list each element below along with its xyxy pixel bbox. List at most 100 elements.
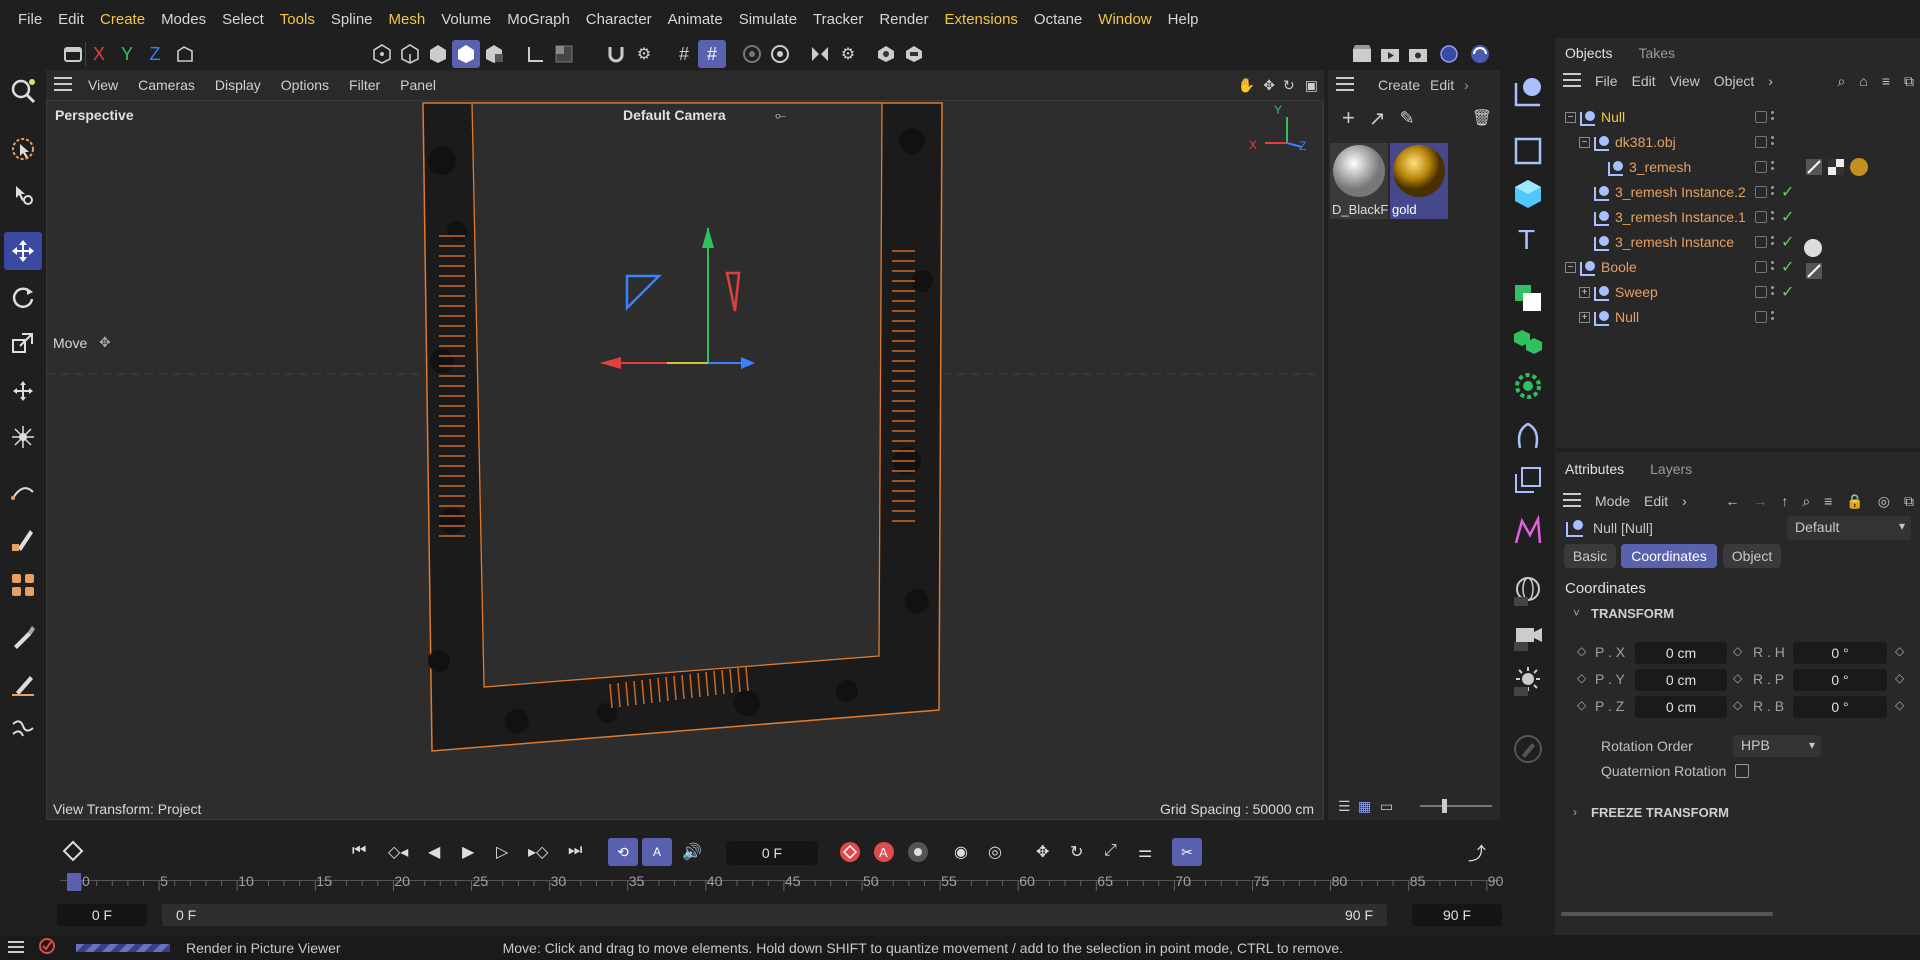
texture-mode-icon[interactable] — [550, 40, 578, 68]
pan-hand-icon[interactable]: ✋ — [1234, 77, 1259, 94]
solo-settings-icon[interactable] — [900, 40, 928, 68]
filter-icon[interactable]: ≡ — [1824, 493, 1832, 509]
menu-file[interactable]: File — [10, 11, 50, 28]
menu-render[interactable]: Render — [871, 11, 936, 28]
horizontal-scrollbar[interactable] — [1561, 912, 1773, 916]
keyframe-diamond-icon[interactable]: ◇ — [1577, 671, 1586, 685]
viewport-menu-options[interactable]: Options — [271, 77, 339, 93]
layer-checkbox[interactable] — [1755, 261, 1767, 273]
mirror-settings-icon[interactable]: ⚙ — [834, 40, 862, 68]
spline-sketch-icon[interactable] — [4, 520, 42, 558]
cloner-icon[interactable] — [4, 566, 42, 604]
menu-octane[interactable]: Octane — [1026, 11, 1090, 28]
objects-menu-file[interactable]: File — [1595, 73, 1618, 89]
3d-viewport[interactable]: Perspective Default Camera ⟜ Y X Z Move … — [46, 100, 1324, 820]
object-tree-row[interactable]: − dk381.obj — [1555, 131, 1920, 156]
render-visibility-dot[interactable] — [1771, 242, 1774, 245]
px-field[interactable]: 0 cm — [1635, 642, 1727, 664]
rp-field[interactable]: 0 ° — [1793, 669, 1887, 691]
rotation-key-icon[interactable]: ↻ — [1070, 842, 1083, 862]
current-frame-field[interactable]: 0 F — [726, 841, 818, 865]
editor-visibility-dot[interactable] — [1771, 311, 1774, 314]
parameter-key-icon[interactable]: ⚌ — [1138, 842, 1152, 862]
z-axis-toggle[interactable]: Z — [141, 40, 169, 68]
collapse-icon[interactable]: − — [1565, 262, 1576, 273]
render-visibility-dot[interactable] — [1771, 292, 1774, 295]
target-icon[interactable]: ◎ — [1878, 493, 1890, 510]
point-level-icon[interactable]: ✂ — [1172, 838, 1202, 866]
editor-visibility-dot[interactable] — [1771, 161, 1774, 164]
editor-visibility-dot[interactable] — [1771, 186, 1774, 189]
points-mode-icon[interactable] — [368, 40, 396, 68]
render-status-icon[interactable] — [32, 937, 62, 958]
deformer-icon[interactable] — [1512, 420, 1544, 455]
enabled-check-icon[interactable]: ✓ — [1781, 232, 1794, 252]
layer-checkbox[interactable] — [1755, 161, 1767, 173]
material-swatch[interactable]: gold — [1390, 143, 1448, 219]
tab-attributes[interactable]: Attributes — [1565, 461, 1624, 477]
object-tree-row[interactable]: + Sweep ✓ — [1555, 281, 1920, 306]
transform-group-title[interactable]: TRANSFORM — [1591, 606, 1674, 621]
cube-icon[interactable] — [1512, 178, 1544, 213]
sound-icon[interactable]: 🔊 — [682, 842, 702, 862]
object-tree-row[interactable]: + Null — [1555, 306, 1920, 331]
objects-menu-object[interactable]: Object — [1714, 73, 1754, 89]
fcurve-icon[interactable]: ⤴ — [1468, 840, 1486, 866]
chevron-right-icon[interactable]: › — [1682, 493, 1687, 509]
rotation-order-dropdown[interactable]: HPB ▾ — [1733, 735, 1821, 757]
render-visibility-dot[interactable] — [1771, 117, 1774, 120]
selection-tool-icon[interactable] — [4, 130, 42, 168]
layer-checkbox[interactable] — [1755, 211, 1767, 223]
menu-window[interactable]: Window — [1090, 11, 1159, 28]
menu-modes[interactable]: Modes — [153, 11, 214, 28]
back-arrow-icon[interactable]: ← — [1725, 493, 1739, 509]
editor-visibility-dot[interactable] — [1771, 211, 1774, 214]
layer-checkbox[interactable] — [1755, 286, 1767, 298]
chevron-right-icon[interactable]: › — [1573, 805, 1577, 819]
goto-start-icon[interactable]: ⏮ — [352, 842, 366, 860]
material-menu-edit[interactable]: Edit — [1430, 77, 1454, 93]
attributes-hamburger-icon[interactable] — [1563, 492, 1581, 510]
tab-layers[interactable]: Layers — [1650, 461, 1692, 477]
enabled-check-icon[interactable]: ✓ — [1781, 182, 1794, 202]
phong-tag-icon[interactable] — [1805, 158, 1823, 179]
playhead[interactable] — [67, 873, 81, 891]
x-axis-toggle[interactable]: X — [85, 40, 113, 68]
lock-icon[interactable]: 🔒 — [1846, 493, 1863, 510]
text-spline-icon[interactable]: T — [1512, 222, 1544, 257]
record-key-icon[interactable] — [838, 840, 862, 867]
viewport-menu-filter[interactable]: Filter — [339, 77, 390, 93]
menu-mograph[interactable]: MoGraph — [499, 11, 578, 28]
large-view-icon[interactable]: ▭ — [1380, 798, 1393, 815]
keyframe-diamond-icon[interactable]: ◇ — [1895, 644, 1904, 658]
undo-icon[interactable] — [59, 40, 87, 68]
viewport-menu-cameras[interactable]: Cameras — [128, 77, 205, 93]
object-tree-row[interactable]: − Null — [1555, 106, 1920, 131]
camera-object-icon[interactable] — [1512, 620, 1544, 655]
white-material-tag-icon[interactable] — [1803, 238, 1823, 261]
search-icon[interactable]: ⌕ — [1802, 493, 1810, 510]
menu-mesh[interactable]: Mesh — [381, 11, 434, 28]
py-field[interactable]: 0 cm — [1635, 669, 1727, 691]
goto-end-icon[interactable]: ⏭ — [568, 842, 582, 860]
snap-settings-icon[interactable]: ⚙ — [630, 40, 658, 68]
list-view-icon[interactable]: ☰ — [1338, 798, 1351, 815]
end-frame-field[interactable]: 90 F — [1412, 904, 1502, 926]
start-frame-field[interactable]: 0 F — [57, 904, 147, 926]
enabled-check-icon[interactable]: ✓ — [1781, 257, 1794, 277]
editor-visibility-dot[interactable] — [1771, 286, 1774, 289]
texture-tag-icon[interactable] — [1827, 158, 1845, 179]
chevron-right-icon[interactable]: › — [1464, 77, 1469, 93]
gold-material-tag-icon[interactable] — [1849, 157, 1869, 180]
grid-view-icon[interactable]: ▦ — [1358, 798, 1371, 815]
spline-rectangle-icon[interactable] — [1512, 135, 1544, 170]
field-icon[interactable] — [1512, 464, 1544, 499]
zoom-slider[interactable] — [1420, 805, 1492, 807]
render-visibility-dot[interactable] — [1771, 167, 1774, 170]
tab-takes[interactable]: Takes — [1638, 45, 1675, 61]
material-hamburger-icon[interactable] — [1336, 76, 1354, 94]
autokey-icon[interactable]: A — [872, 840, 896, 867]
forward-arrow-icon[interactable]: → — [1753, 493, 1767, 509]
layer-checkbox[interactable] — [1755, 136, 1767, 148]
menu-animate[interactable]: Animate — [660, 11, 731, 28]
